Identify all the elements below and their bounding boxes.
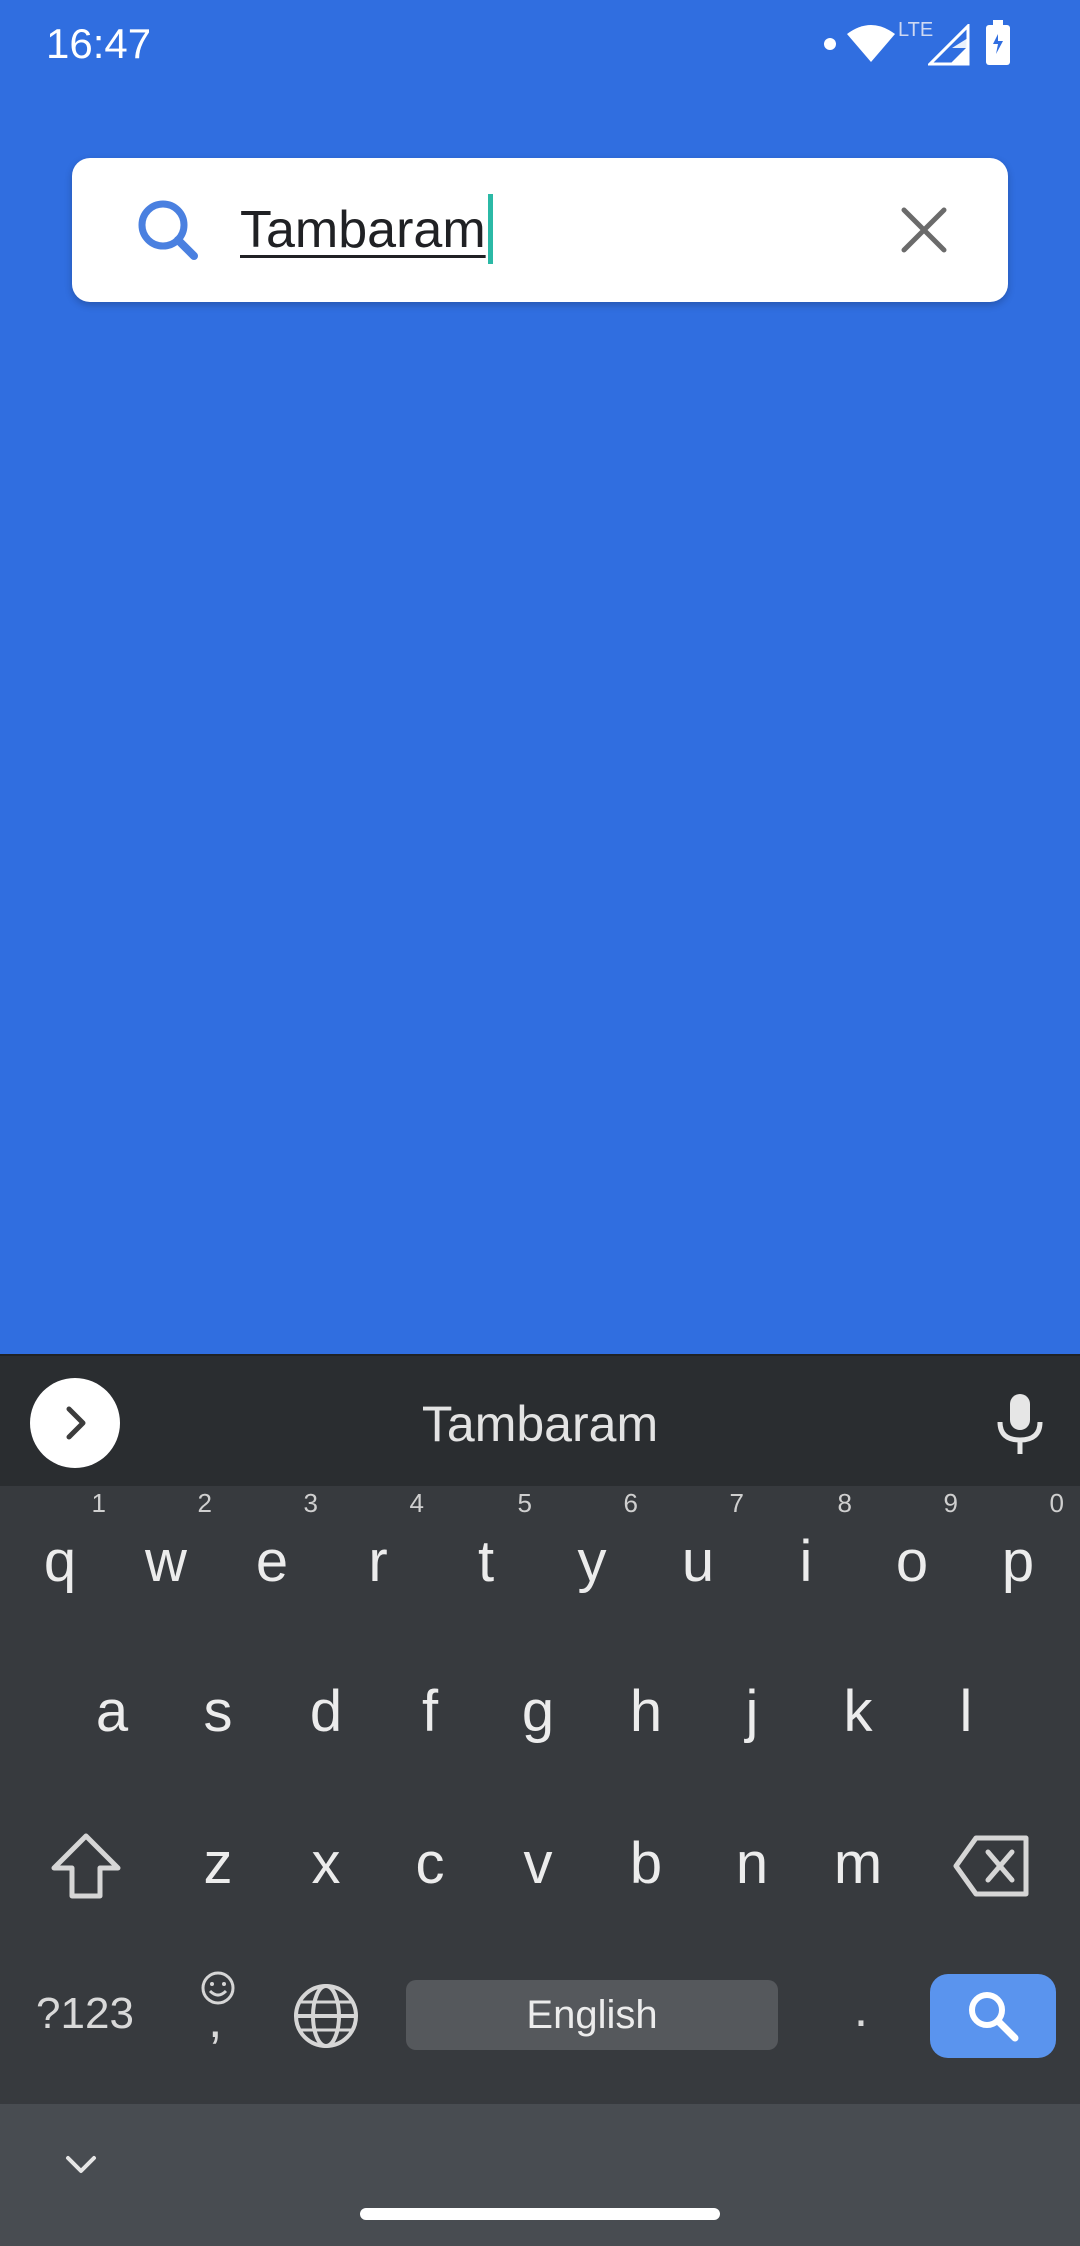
key-j[interactable]: j (700, 1654, 804, 1774)
key-t[interactable]: t5 (434, 1488, 538, 1624)
suggestion-strip: Tambaram (0, 1354, 1080, 1486)
navigation-bar (0, 2104, 1080, 2246)
close-icon[interactable] (894, 200, 954, 260)
status-time: 16:47 (46, 20, 152, 67)
key-e[interactable]: e3 (220, 1488, 324, 1624)
space-bar-label: English (526, 1993, 658, 2037)
symbols-key[interactable]: ?123 (20, 1974, 150, 2054)
language-globe-icon[interactable] (292, 1982, 360, 2050)
search-action-key[interactable] (930, 1974, 1056, 2058)
microphone-icon[interactable] (990, 1392, 1050, 1456)
search-input-text: Tambaram (240, 201, 486, 259)
search-icon (969, 1992, 1019, 2042)
key-m[interactable]: m (806, 1806, 910, 1926)
search-bar[interactable]: Tambaram (72, 158, 1008, 302)
wifi-icon (847, 25, 895, 62)
key-d[interactable]: d (274, 1654, 378, 1774)
key-u[interactable]: u7 (646, 1488, 750, 1624)
status-icons: LTE (824, 19, 1044, 68)
battery-icon (986, 20, 1010, 65)
key-i[interactable]: i8 (754, 1488, 858, 1624)
key-x[interactable]: x (274, 1806, 378, 1926)
suggestion-word[interactable]: Tambaram (0, 1394, 1080, 1454)
home-indicator[interactable] (360, 2208, 720, 2220)
key-g[interactable]: g (486, 1654, 590, 1774)
search-icon (138, 200, 198, 260)
key-v[interactable]: v (486, 1806, 590, 1926)
key-r[interactable]: r4 (326, 1488, 430, 1624)
key-p[interactable]: p0 (966, 1488, 1070, 1624)
chevron-down-icon[interactable] (56, 2140, 106, 2190)
comma-label: , (208, 1991, 223, 2049)
text-cursor (487, 194, 493, 265)
search-input[interactable]: Tambaram (240, 194, 890, 266)
key-o[interactable]: o9 (860, 1488, 964, 1624)
key-l[interactable]: l (914, 1654, 1018, 1774)
backspace-icon[interactable] (952, 1834, 1032, 1898)
key-k[interactable]: k (806, 1654, 910, 1774)
key-w[interactable]: w2 (114, 1488, 218, 1624)
key-s[interactable]: s (166, 1654, 270, 1774)
key-q[interactable]: q1 (8, 1488, 112, 1624)
key-n[interactable]: n (700, 1806, 804, 1926)
period-key[interactable]: . (826, 1964, 896, 2054)
key-c[interactable]: c (378, 1806, 482, 1926)
key-h[interactable]: h (594, 1654, 698, 1774)
space-bar[interactable]: English (406, 1980, 778, 2050)
status-bar: 16:47 LTE (0, 0, 1080, 86)
notification-dot-icon (824, 38, 836, 50)
key-a[interactable]: a (60, 1654, 164, 1774)
cell-signal-icon (928, 24, 970, 66)
key-y[interactable]: y6 (540, 1488, 644, 1624)
shift-key-icon[interactable] (48, 1832, 124, 1902)
key-z[interactable]: z (166, 1806, 270, 1926)
emoji-comma-key[interactable]: , (186, 1970, 250, 2070)
key-f[interactable]: f (378, 1654, 482, 1774)
key-b[interactable]: b (594, 1806, 698, 1926)
